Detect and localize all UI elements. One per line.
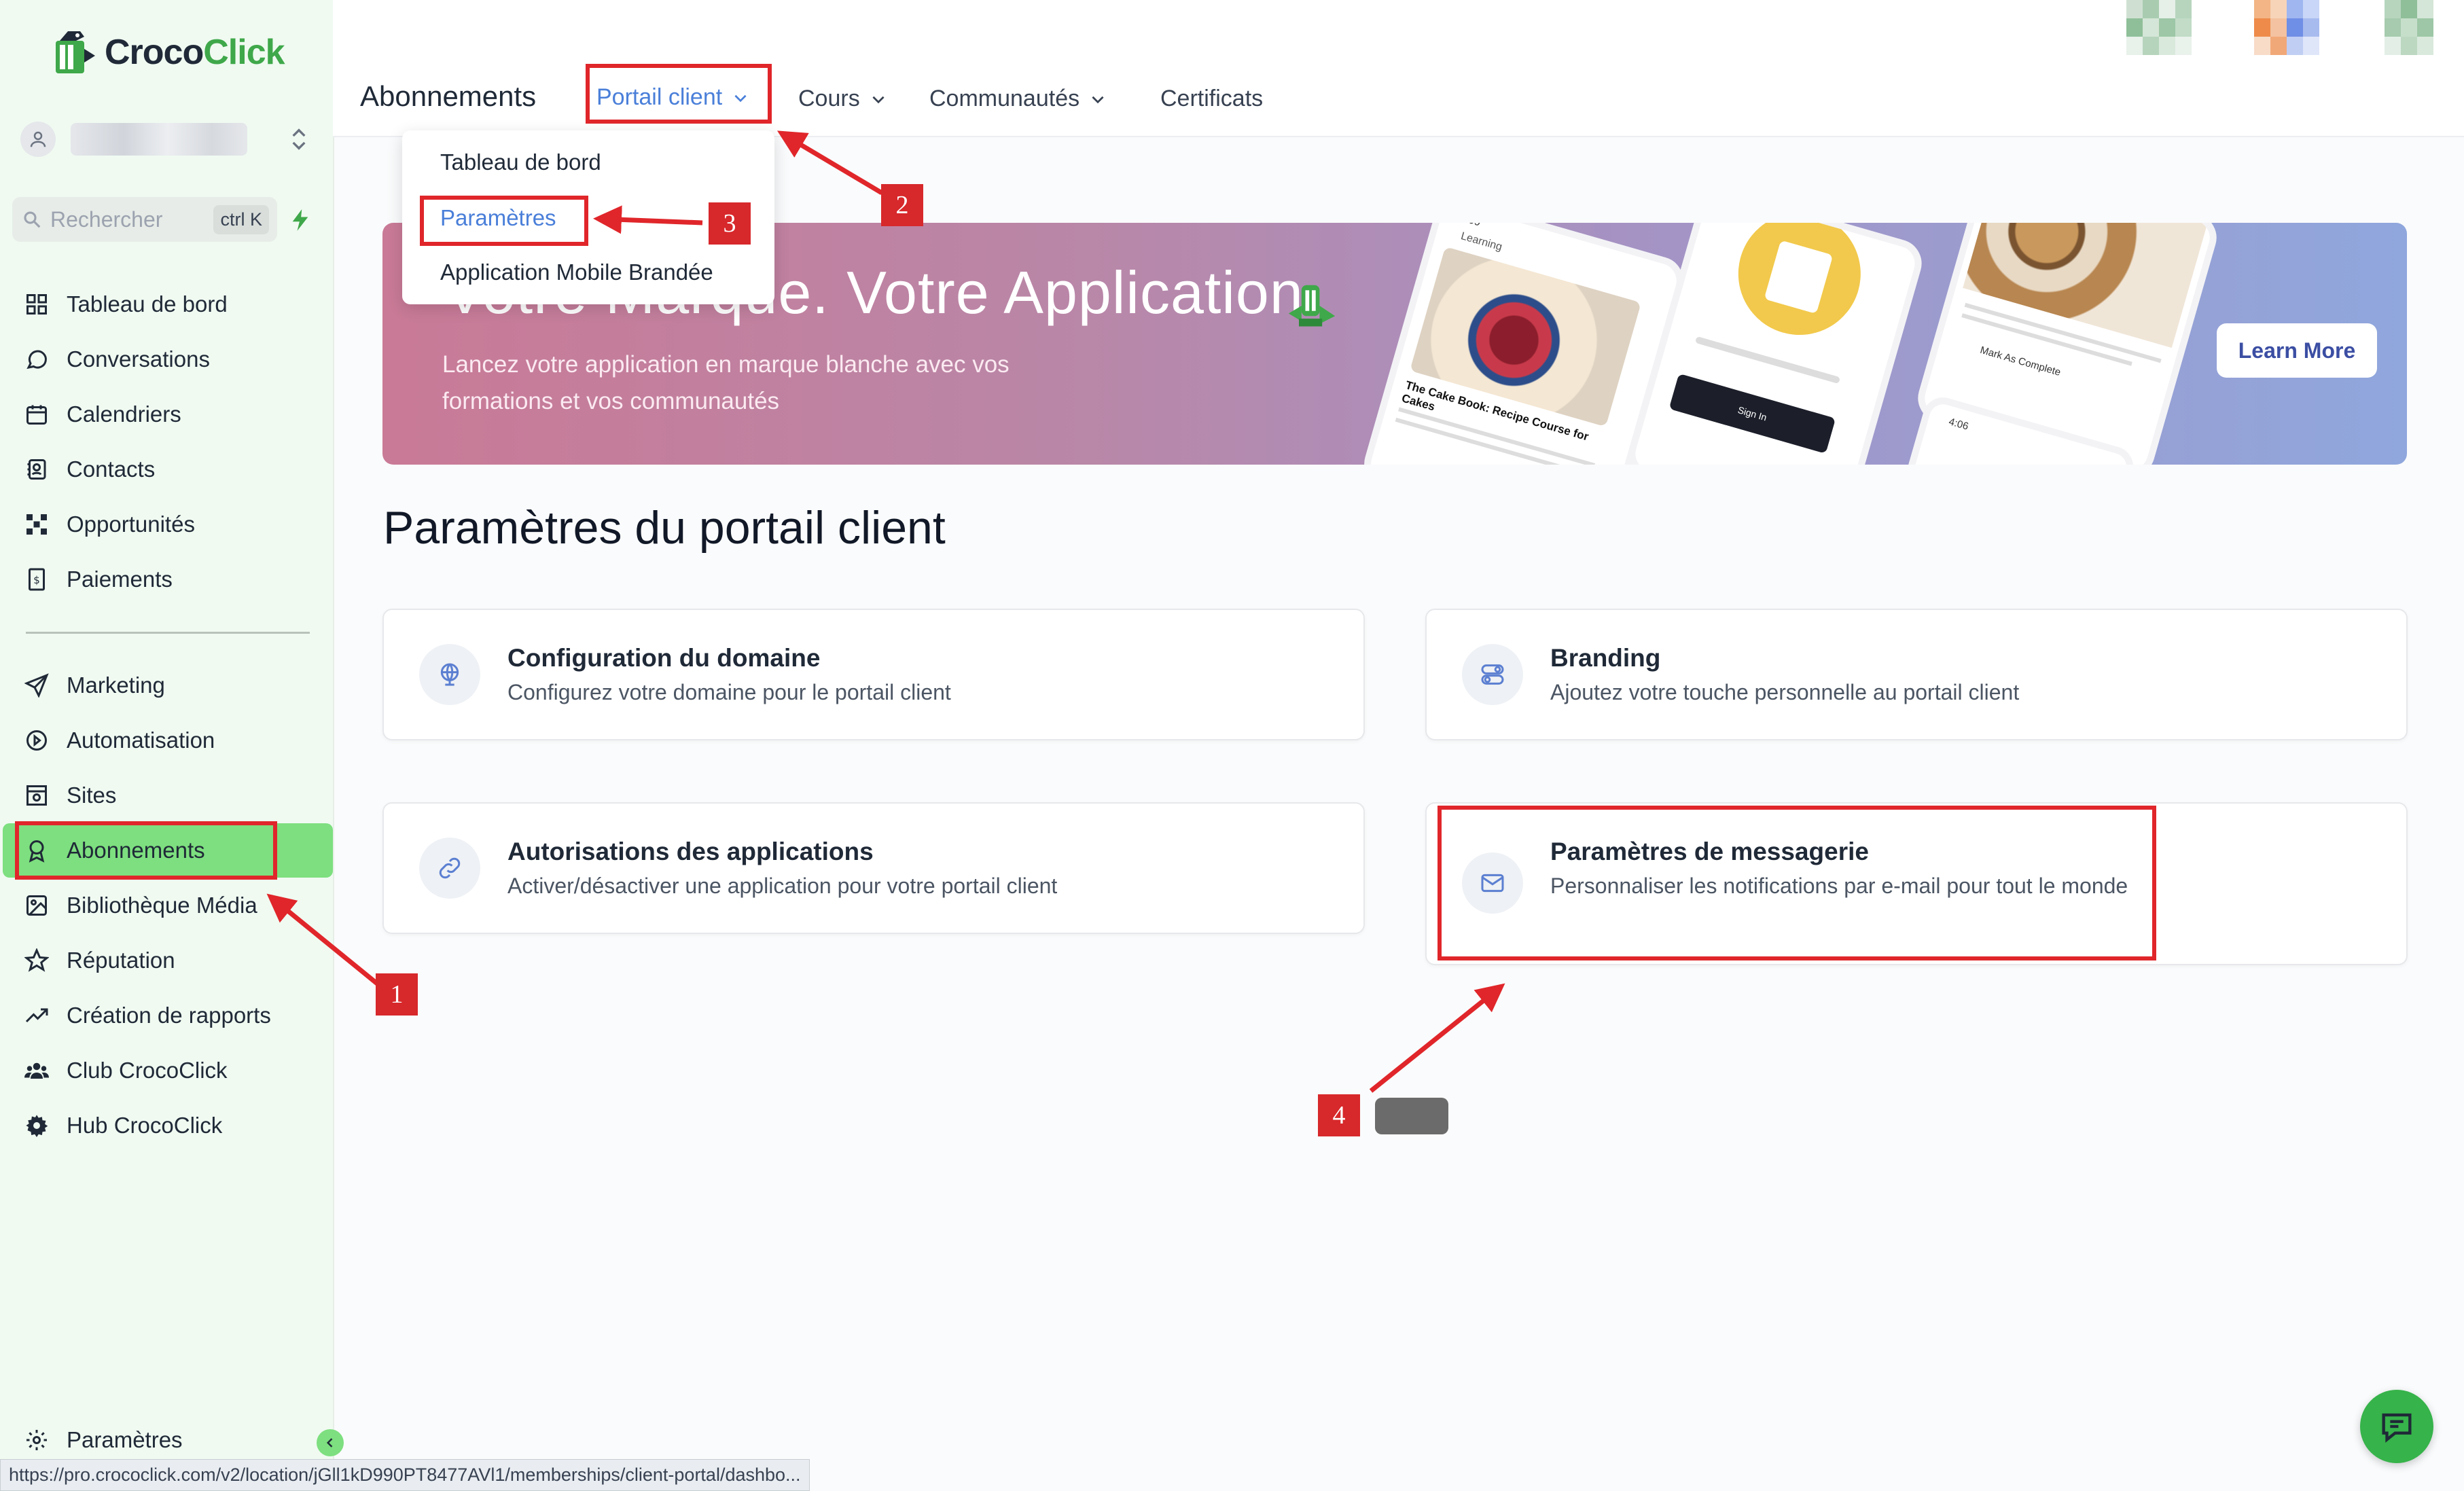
step-badge-4: 4 (1318, 1094, 1360, 1136)
arrow-step-3 (593, 205, 703, 234)
chat-bubble-icon (2382, 1413, 2412, 1443)
step-badge-1: 1 (376, 973, 418, 1016)
cursor-tooltip (1375, 1098, 1448, 1134)
step-badge-2: 2 (881, 184, 923, 226)
chat-widget-button[interactable] (2360, 1390, 2433, 1463)
annotation-arrows (266, 130, 1505, 1093)
arrow-step-2 (776, 130, 883, 196)
arrow-step-4 (1369, 983, 1505, 1093)
arrow-step-1 (266, 893, 382, 988)
step-badge-3: 3 (709, 202, 751, 245)
